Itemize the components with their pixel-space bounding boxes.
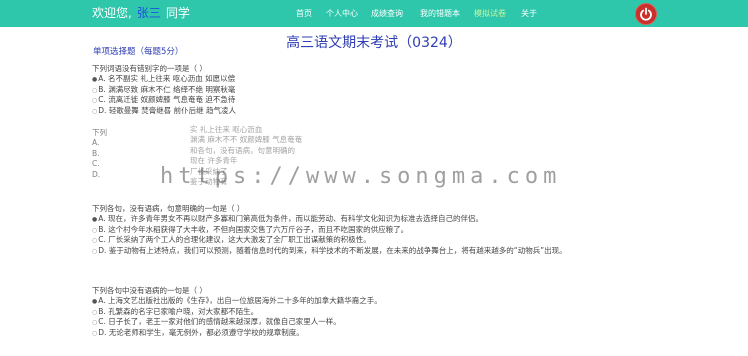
nav-score-query[interactable]: 成绩查询: [371, 8, 403, 19]
option-text: 现在，许多青年男女不再以财产多寡和门第高低为条件，而以能劳动、有科学文化知识为标…: [108, 214, 484, 224]
section-title: 单项选择题（每题5分）: [93, 47, 184, 57]
option-text: 孔繁森的名字已家喻户晓，对大家都不陌生。: [108, 306, 259, 316]
option-c[interactable]: C. 流离迁徙 奴颜婢膝 气息奄奄 迫不急待: [92, 95, 236, 105]
option-text: 名不副实 礼上往来 呕心沥血 如愿以偿: [108, 74, 236, 84]
option-key: D: [98, 105, 105, 115]
watermark: https://www.songma.com: [160, 164, 562, 189]
option-text: 厂长采纳了两个工人的合理化建议，这大大激发了全厂职工出谋献策的积极性。: [108, 235, 371, 245]
option-key: D: [98, 245, 105, 255]
question-stem: 下列各句中没有语病的一句是（ ）: [92, 286, 207, 295]
option-text: 轻歌曼舞 焚膏继晷 前仆后继 趋气凌人: [108, 105, 236, 115]
option-key: C: [98, 95, 104, 105]
option-key: C: [98, 317, 104, 327]
welcome-prefix: 欢迎您,: [92, 6, 132, 20]
option-text: 日子长了，老王一家对他们的感情越来越深厚，就像自己家里人一样。: [108, 317, 341, 327]
option-text: 无论老师和学生，毫无例外，都必须遵守学校的规章制度。: [108, 327, 304, 337]
option-key: D: [98, 327, 105, 337]
nav-mistake-book[interactable]: 我的错题本: [420, 8, 460, 19]
power-icon: [640, 7, 652, 21]
nav-personal-center[interactable]: 个人中心: [326, 8, 358, 19]
welcome-message: 欢迎您, 张三 同学: [92, 4, 190, 21]
option-key: C: [98, 235, 104, 245]
option-text: 这个村今年水稻获得了大丰收，不但向国家交售了六万斤谷子，而且不吃国家的供应粮了。: [108, 224, 409, 234]
option-text: 流离迁徙 奴颜婢膝 气息奄奄 迫不急待: [108, 95, 236, 105]
option-d[interactable]: D. 鉴于动物有上述特点，我们可以预测，随着信息时代的到来，科学技术的不断发展，…: [92, 246, 692, 257]
option-b[interactable]: B. 这个村今年水稻获得了大丰收，不但向国家交售了六万斤谷子，而且不吃国家的供应…: [92, 225, 692, 235]
nav-mock-exam[interactable]: 模拟试卷: [474, 8, 506, 19]
option-key: A: [98, 74, 104, 84]
option-key: A: [98, 214, 104, 224]
option-key: B: [98, 84, 104, 94]
option-text: 鉴于动物有上述特点，我们可以预测，随着信息时代的到来，科学技术的不断发展，在未来…: [108, 245, 567, 255]
option-d[interactable]: D. 无论老师和学生，毫无例外，都必须遵守学校的规章制度。: [92, 328, 382, 338]
question-3: 下列各句中没有语病的一句是（ ） A. 上海文艺出版社出版的《生存》，出自一位旅…: [92, 286, 382, 338]
top-navigation-bar: 欢迎您, 张三 同学 首页 个人中心 成绩查询 我的错题本 模拟试卷 关于: [0, 0, 748, 27]
option-text: 上海文艺出版社出版的《生存》，出自一位旅居海外二十多年的加拿大籍华裔之手。: [108, 296, 382, 306]
option-key: B: [98, 224, 104, 234]
overlap-fragments-left: 下列 A. B. C. D.: [92, 128, 107, 179]
option-key: B: [98, 306, 104, 316]
option-a[interactable]: A. 上海文艺出版社出版的《生存》，出自一位旅居海外二十多年的加拿大籍华裔之手。: [92, 296, 382, 306]
option-text: 渊满尽致 麻木不仁 络绎不绝 明察秋毫: [108, 84, 236, 94]
option-c[interactable]: C. 厂长采纳了两个工人的合理化建议，这大大激发了全厂职工出谋献策的积极性。: [92, 235, 692, 245]
nav-home[interactable]: 首页: [296, 8, 312, 19]
question-2: 下列各句，没有语病，句意明确的一句是（ ） A. 现在，许多青年男女不再以财产多…: [92, 204, 692, 257]
option-c[interactable]: C. 日子长了，老王一家对他们的感情越来越深厚，就像自己家里人一样。: [92, 317, 382, 327]
option-a[interactable]: A. 现在，许多青年男女不再以财产多寡和门第高低为条件，而以能劳动、有科学文化知…: [92, 214, 692, 224]
option-b[interactable]: B. 渊满尽致 麻木不仁 络绎不绝 明察秋毫: [92, 85, 236, 95]
option-d[interactable]: D. 轻歌曼舞 焚膏继晷 前仆后继 趋气凌人: [92, 106, 236, 116]
username[interactable]: 张三: [137, 6, 161, 20]
option-a[interactable]: A. 名不副实 礼上往来 呕心沥血 如愿以偿: [92, 74, 236, 84]
option-key: A: [98, 296, 104, 306]
nav-about[interactable]: 关于: [521, 8, 537, 19]
question-stem: 下列词语没有错别字的一项是（ ）: [92, 64, 207, 73]
welcome-suffix: 同学: [165, 6, 190, 20]
question-stem: 下列各句，没有语病，句意明确的一句是（ ）: [92, 204, 245, 213]
question-1: 下列词语没有错别字的一项是（ ） A. 名不副实 礼上往来 呕心沥血 如愿以偿 …: [92, 64, 236, 116]
logout-button[interactable]: [635, 3, 657, 25]
option-b[interactable]: B. 孔繁森的名字已家喻户晓，对大家都不陌生。: [92, 307, 382, 317]
